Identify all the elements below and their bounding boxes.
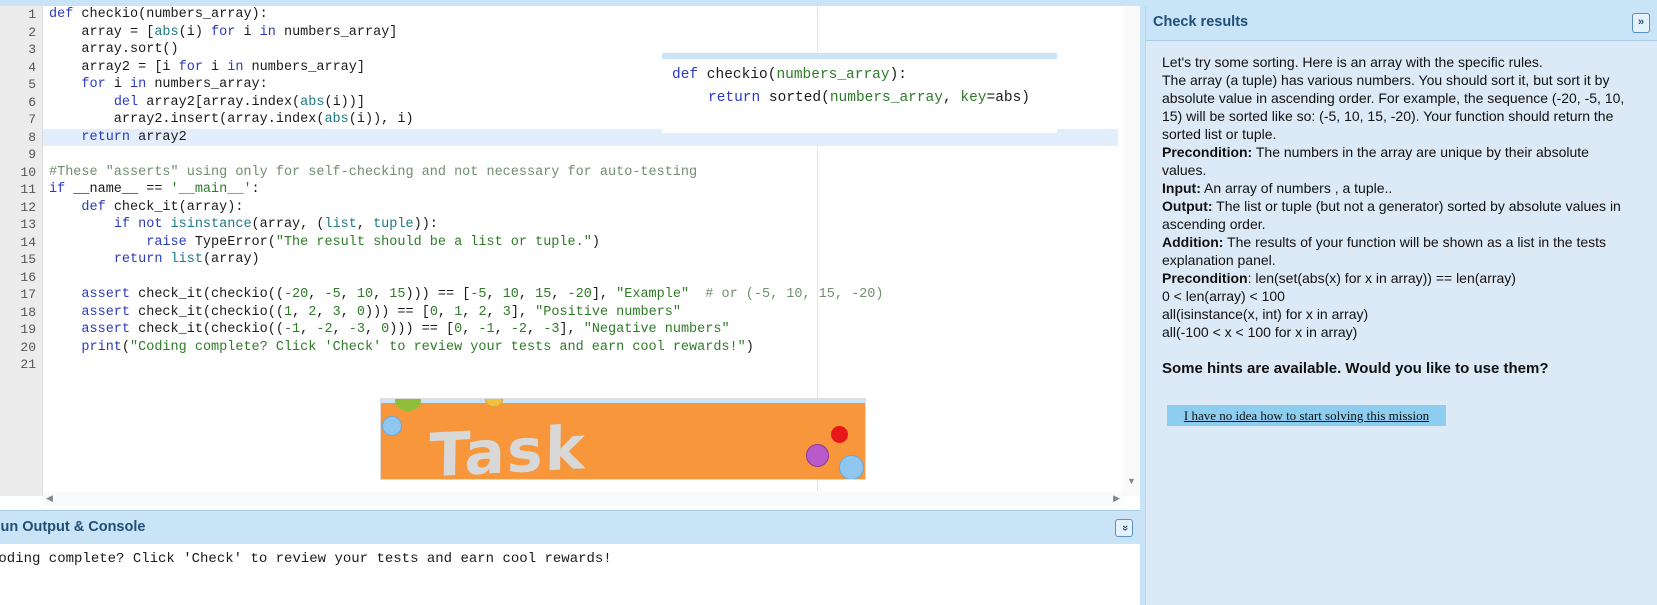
hint-button[interactable]: I have no idea how to start solving this… xyxy=(1167,405,1446,426)
line-number: 20 xyxy=(20,339,36,355)
code-line[interactable]: print("Coding complete? Click 'Check' to… xyxy=(43,339,1118,357)
collapse-panel-icon[interactable]: » xyxy=(1632,13,1650,33)
line-number: 7 xyxy=(28,112,36,127)
description-intro: Let's try some sorting. Here is an array… xyxy=(1162,54,1543,70)
console-title: Run Output & Console xyxy=(0,519,146,535)
line-number: 15 xyxy=(20,252,36,267)
precondition-paragraph: Precondition: The numbers in the array a… xyxy=(1162,144,1589,178)
scroll-left-icon[interactable]: ◀ xyxy=(46,493,53,504)
code-line[interactable]: def check_it(array): xyxy=(43,199,1118,217)
line-number: 5 xyxy=(28,77,36,92)
code-line[interactable] xyxy=(43,356,1118,374)
console-header[interactable]: Run Output & Console » xyxy=(0,510,1140,544)
line-number: 17 xyxy=(20,287,36,302)
solution-line-2: return sorted(numbers_array, key=abs) xyxy=(708,90,1030,106)
code-line[interactable]: array = [abs(i) for i in numbers_array] xyxy=(43,24,1118,42)
solution-tooltip: def checkio(numbers_array): return sorte… xyxy=(662,53,1057,133)
description-body: The array (a tuple) has various numbers.… xyxy=(1162,72,1625,142)
bubble-decoration xyxy=(831,426,848,443)
line-number: 12 xyxy=(20,199,36,215)
collapse-console-icon[interactable]: » xyxy=(1115,519,1133,537)
line-number: 8 xyxy=(28,129,36,145)
output-paragraph: Output: The list or tuple (but not a gen… xyxy=(1162,198,1621,232)
line-number: 13 xyxy=(20,217,36,232)
bubble-decoration xyxy=(839,455,864,479)
line-number: 9 xyxy=(28,147,36,162)
code-editor[interactable]: 1 2 3 4 5 6 7 8 9 10 11 12 13 14 15 16 17 18 19 20 21 def ch… xyxy=(0,6,1140,506)
line-number: 18 xyxy=(20,304,36,320)
task-solved-text: Task solved! xyxy=(428,413,588,480)
panel-header: Check results » xyxy=(1146,6,1657,41)
console-output-area[interactable]: Coding complete? Click 'Check' to review… xyxy=(0,544,1140,605)
precondition-code-paragraph: Precondition: len(set(abs(x) for x in ar… xyxy=(1162,270,1516,286)
line-number: 1 xyxy=(28,7,36,22)
code-line[interactable]: def checkio(numbers_array): xyxy=(43,6,1118,24)
line-number-gutter: 1 2 3 4 5 6 7 8 9 10 11 12 13 14 15 16 17 18 19 20 21 xyxy=(0,6,43,496)
panel-title: Check results xyxy=(1153,14,1249,30)
vertical-scrollbar[interactable]: ▼ xyxy=(1123,6,1140,496)
solution-tooltip-bar xyxy=(662,53,1057,59)
solution-line-1: def checkio(numbers_array): xyxy=(672,67,907,83)
scroll-down-icon[interactable]: ▼ xyxy=(1127,476,1136,486)
line-number: 19 xyxy=(20,322,36,337)
code-line[interactable]: if __name__ == '__main__': xyxy=(43,181,1118,199)
code-line[interactable]: assert check_it(checkio((-1, -2, -3, 0))… xyxy=(43,321,1118,339)
line-number: 11 xyxy=(20,182,36,197)
mission-description: Let's try some sorting. Here is an array… xyxy=(1162,53,1632,341)
bubble-decoration xyxy=(382,416,402,436)
horizontal-scrollbar[interactable]: ◀ ▶ xyxy=(43,492,1123,506)
line-number: 4 xyxy=(28,59,36,75)
line-number: 6 xyxy=(28,94,36,110)
line-number: 16 xyxy=(20,269,36,285)
code-line[interactable]: raise TypeError("The result should be a … xyxy=(43,234,1118,252)
line-number: 3 xyxy=(28,42,36,57)
code-line[interactable]: assert check_it(checkio((1, 2, 3, 0))) =… xyxy=(43,304,1118,322)
line-number: 2 xyxy=(28,24,36,40)
addition-paragraph: Addition: The results of your function w… xyxy=(1162,234,1607,268)
input-paragraph: Input: An array of numbers , a tuple.. xyxy=(1162,180,1393,196)
line-number: 14 xyxy=(20,234,36,250)
code-line[interactable]: assert check_it(checkio((-20, -5, 10, 15… xyxy=(43,286,1118,304)
code-line[interactable] xyxy=(43,146,1118,164)
condition-line: 0 < len(array) < 100 xyxy=(1162,288,1285,304)
check-results-panel: Check results » Let's try some sorting. … xyxy=(1145,6,1657,605)
hints-question: Some hints are available. Would you like… xyxy=(1162,360,1549,377)
code-line[interactable]: return list(array) xyxy=(43,251,1118,269)
code-line[interactable] xyxy=(43,269,1118,287)
line-number: 10 xyxy=(20,164,36,180)
condition-line: all(isinstance(x, int) for x in array) xyxy=(1162,306,1369,322)
scroll-right-icon[interactable]: ▶ xyxy=(1113,493,1120,504)
bubble-decoration xyxy=(395,399,421,411)
bubble-decoration xyxy=(485,399,503,407)
code-line[interactable]: if not isinstance(array, (list, tuple)): xyxy=(43,216,1118,234)
line-number: 21 xyxy=(20,357,36,372)
code-line[interactable]: #These "asserts" using only for self-che… xyxy=(43,164,1118,182)
console-output-text: Coding complete? Click 'Check' to review… xyxy=(0,551,612,567)
condition-line: all(-100 < x < 100 for x in array) xyxy=(1162,324,1358,340)
bubble-decoration xyxy=(806,444,829,467)
task-solved-banner: Task solved! xyxy=(380,398,866,480)
